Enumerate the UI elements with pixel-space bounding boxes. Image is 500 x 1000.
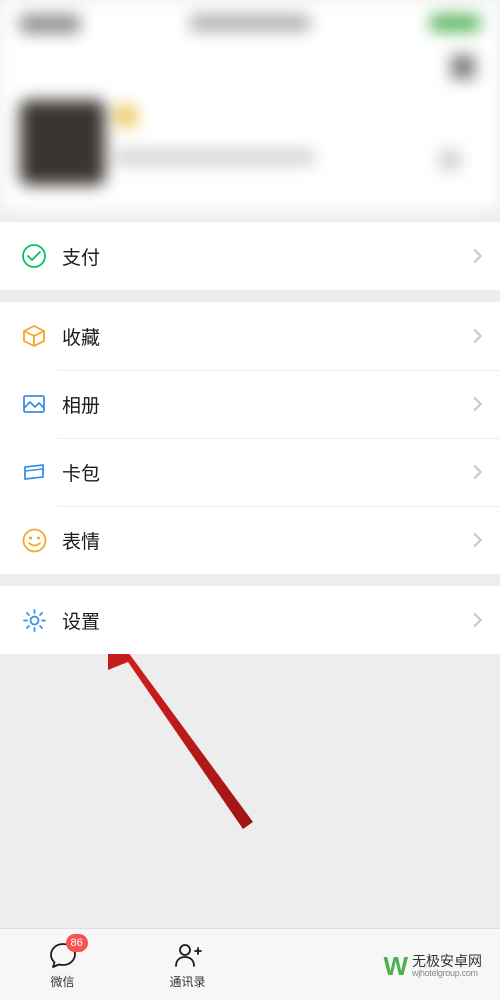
profile-header [0,0,500,210]
chevron-right-icon [468,329,482,343]
cards-icon [20,458,48,486]
chevron-right-icon [468,249,482,263]
section-pay: 支付 [0,222,500,290]
menu-label: 卡包 [62,459,470,486]
tab-hidden-1[interactable] [250,929,375,1000]
album-icon [20,390,48,418]
chevron-right-icon [468,465,482,479]
menu-label: 表情 [62,527,470,554]
watermark-url: wjhotelgroup.com [412,969,482,979]
menu-label: 支付 [62,243,470,270]
tab-label: 通讯录 [169,973,205,990]
badge: 86 [66,934,88,952]
menu-label: 收藏 [62,323,470,350]
tab-contacts[interactable]: 通讯录 [125,929,250,1000]
menu-item-pay[interactable]: 支付 [0,222,500,290]
menu-item-sticker[interactable]: 表情 [0,506,500,574]
watermark-title: 无极安卓网 [412,954,482,969]
contacts-icon [173,941,203,969]
menu-item-cards[interactable]: 卡包 [0,438,500,506]
chevron-right-icon [468,613,482,627]
chevron-right-icon [468,533,482,547]
tab-wechat[interactable]: 86 微信 [0,929,125,1000]
settings-icon [20,606,48,634]
menu-item-album[interactable]: 相册 [0,370,500,438]
section-settings: 设置 [0,586,500,654]
section-collection: 收藏 相册 卡包 表情 [0,302,500,574]
gap-area [0,654,500,974]
menu-label: 相册 [62,391,470,418]
menu-item-settings[interactable]: 设置 [0,586,500,654]
menu-label: 设置 [62,607,470,634]
pay-icon [20,242,48,270]
chevron-right-icon [468,397,482,411]
favorites-icon [20,322,48,350]
sticker-icon [20,526,48,554]
annotation-arrow [108,654,268,854]
watermark-icon: W [383,951,406,982]
menu-item-favorites[interactable]: 收藏 [0,302,500,370]
tab-label: 微信 [50,973,74,990]
watermark-logo: W 无极安卓网 wjhotelgroup.com [383,951,482,982]
